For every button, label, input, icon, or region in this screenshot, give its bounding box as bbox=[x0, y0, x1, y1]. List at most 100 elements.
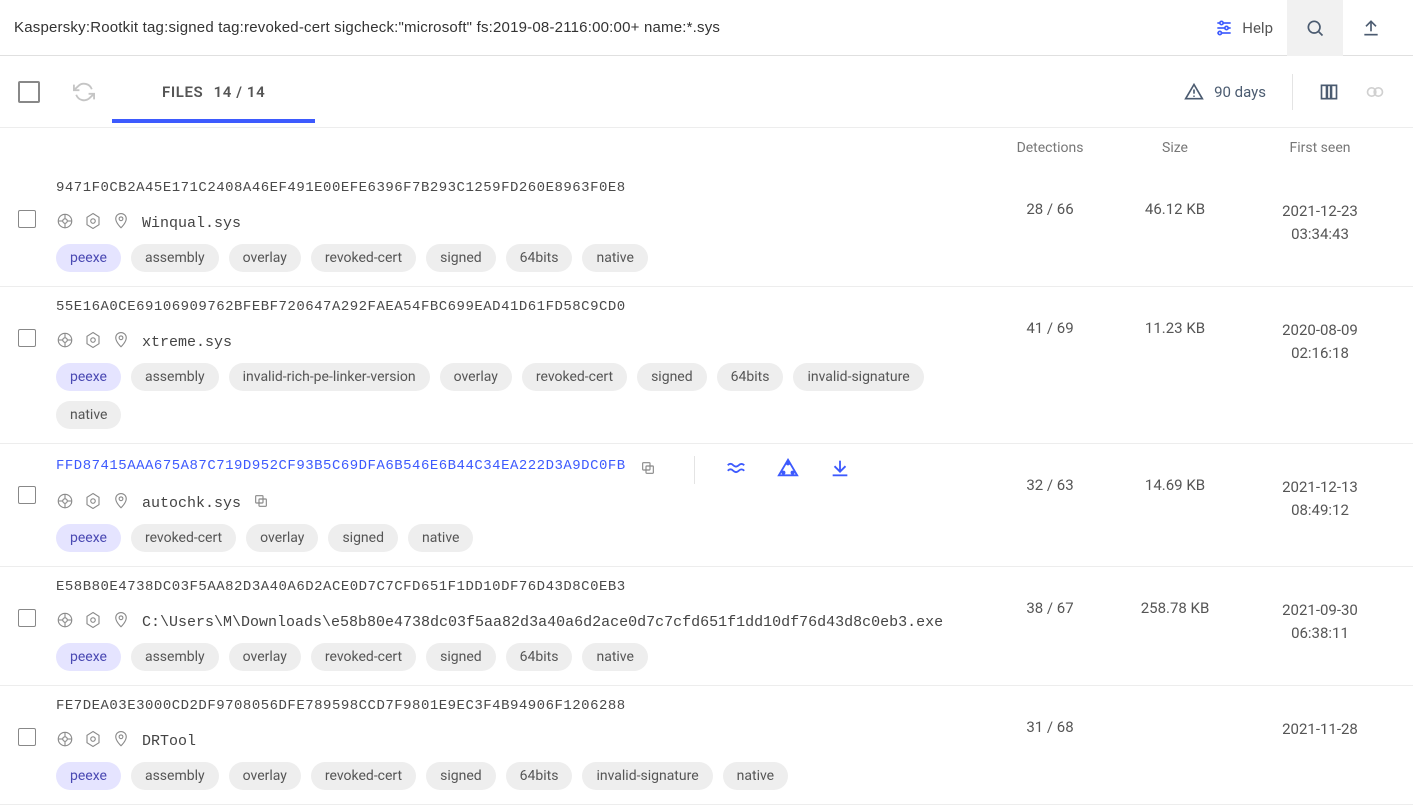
time-range-label: 90 days bbox=[1214, 83, 1266, 101]
table-row: E58B80E4738DC03F5AA82D3A40A6D2ACE0D7C7CF… bbox=[0, 567, 1413, 686]
tag-64bits[interactable]: 64bits bbox=[717, 363, 784, 391]
search-input[interactable] bbox=[14, 15, 1190, 40]
tag-64bits[interactable]: 64bits bbox=[506, 762, 573, 790]
tag-revoked-cert[interactable]: revoked-cert bbox=[311, 643, 416, 671]
tag-native[interactable]: native bbox=[582, 244, 647, 272]
search-icon bbox=[1305, 18, 1325, 38]
tag-native[interactable]: native bbox=[56, 401, 121, 429]
tag-assembly[interactable]: assembly bbox=[131, 762, 219, 790]
row-checkbox[interactable] bbox=[18, 609, 36, 627]
upload-icon bbox=[1361, 18, 1381, 38]
module-icon bbox=[84, 611, 102, 633]
columns-icon bbox=[1319, 82, 1339, 102]
help-label: Help bbox=[1242, 19, 1273, 37]
tag-signed[interactable]: signed bbox=[637, 363, 707, 391]
tag-peexe[interactable]: peexe bbox=[56, 363, 121, 391]
detections-value: 28 / 66 bbox=[995, 200, 1105, 218]
size-value: 46.12 KB bbox=[1105, 200, 1245, 218]
tag-signed[interactable]: signed bbox=[426, 244, 496, 272]
family-icon bbox=[56, 492, 74, 514]
column-headers: Detections Size First seen bbox=[0, 128, 1413, 168]
tag-revoked-cert[interactable]: revoked-cert bbox=[131, 524, 236, 552]
graph-button[interactable] bbox=[777, 457, 799, 483]
file-hash: FE7DEA03E3000CD2DF9708056DFE789598CCD7F9… bbox=[56, 698, 626, 714]
tag-signed[interactable]: signed bbox=[426, 762, 496, 790]
family-icon bbox=[56, 611, 74, 633]
location-icon bbox=[112, 611, 130, 633]
tag-overlay[interactable]: overlay bbox=[440, 363, 512, 391]
col-size[interactable]: Size bbox=[1105, 140, 1245, 156]
row-checkbox[interactable] bbox=[18, 728, 36, 746]
file-name[interactable]: xtreme.sys bbox=[142, 334, 232, 351]
tag-assembly[interactable]: assembly bbox=[131, 244, 219, 272]
link-toggle[interactable] bbox=[1365, 82, 1385, 102]
file-name[interactable]: C:\Users\M\Downloads\e58b80e4738dc03f5aa… bbox=[142, 614, 943, 631]
tag-assembly[interactable]: assembly bbox=[131, 643, 219, 671]
similar-button[interactable] bbox=[725, 457, 747, 483]
tag-signed[interactable]: signed bbox=[328, 524, 398, 552]
vsep bbox=[1292, 74, 1293, 110]
file-name[interactable]: Winqual.sys bbox=[142, 215, 241, 232]
file-hash[interactable]: FFD87415AAA675A87C719D952CF93B5C69DFA6B5… bbox=[56, 458, 626, 474]
tag-assembly[interactable]: assembly bbox=[131, 363, 219, 391]
tab-count: 14 / 14 bbox=[214, 83, 266, 101]
select-all-checkbox[interactable] bbox=[18, 81, 40, 103]
row-checkbox[interactable] bbox=[18, 329, 36, 347]
copy-name-icon[interactable] bbox=[253, 493, 269, 513]
row-checkbox[interactable] bbox=[18, 486, 36, 504]
tag-64bits[interactable]: 64bits bbox=[506, 244, 573, 272]
file-name[interactable]: DRTool bbox=[142, 733, 196, 750]
columns-button[interactable] bbox=[1319, 82, 1339, 102]
tag-native[interactable]: native bbox=[723, 762, 788, 790]
detections-value: 32 / 63 bbox=[995, 476, 1105, 494]
family-icon bbox=[56, 331, 74, 353]
tag-peexe[interactable]: peexe bbox=[56, 524, 121, 552]
upload-button[interactable] bbox=[1343, 0, 1399, 56]
size-value: 11.23 KB bbox=[1105, 319, 1245, 337]
module-icon bbox=[84, 331, 102, 353]
table-row: FFD87415AAA675A87C719D952CF93B5C69DFA6B5… bbox=[0, 444, 1413, 567]
copy-hash-icon[interactable] bbox=[640, 460, 656, 480]
search-button[interactable] bbox=[1287, 0, 1343, 56]
tag-64bits[interactable]: 64bits bbox=[506, 643, 573, 671]
size-value: 258.78 KB bbox=[1105, 599, 1245, 617]
filters-button[interactable]: Help bbox=[1200, 0, 1287, 56]
tag-peexe[interactable]: peexe bbox=[56, 643, 121, 671]
file-hash: 55E16A0CE69106909762BFEBF720647A292FAEA5… bbox=[56, 299, 626, 315]
tag-overlay[interactable]: overlay bbox=[229, 762, 301, 790]
first-seen-value: 2020-08-0902:16:18 bbox=[1245, 319, 1395, 364]
download-button[interactable] bbox=[829, 457, 851, 483]
vsep bbox=[694, 456, 695, 484]
location-icon bbox=[112, 212, 130, 234]
table-row: 55E16A0CE69106909762BFEBF720647A292FAEA5… bbox=[0, 287, 1413, 444]
tag-invalid-signature[interactable]: invalid-signature bbox=[793, 363, 923, 391]
tab-label: FILES bbox=[162, 83, 203, 101]
tag-invalid-signature[interactable]: invalid-signature bbox=[582, 762, 712, 790]
col-detections[interactable]: Detections bbox=[995, 140, 1105, 156]
refresh-icon[interactable] bbox=[60, 81, 108, 103]
row-checkbox[interactable] bbox=[18, 210, 36, 228]
tag-invalid-rich-pe-linker-version[interactable]: invalid-rich-pe-linker-version bbox=[229, 363, 430, 391]
module-icon bbox=[84, 212, 102, 234]
tab-files[interactable]: FILES 14 / 14 bbox=[112, 61, 315, 123]
file-hash: 9471F0CB2A45E171C2408A46EF491E00EFE6396F… bbox=[56, 180, 626, 196]
tag-revoked-cert[interactable]: revoked-cert bbox=[522, 363, 627, 391]
file-name[interactable]: autochk.sys bbox=[142, 495, 241, 512]
tag-peexe[interactable]: peexe bbox=[56, 762, 121, 790]
tag-overlay[interactable]: overlay bbox=[229, 643, 301, 671]
first-seen-value: 2021-09-3006:38:11 bbox=[1245, 599, 1395, 644]
tag-native[interactable]: native bbox=[582, 643, 647, 671]
tag-revoked-cert[interactable]: revoked-cert bbox=[311, 244, 416, 272]
tag-native[interactable]: native bbox=[408, 524, 473, 552]
tag-peexe[interactable]: peexe bbox=[56, 244, 121, 272]
col-first-seen[interactable]: First seen bbox=[1245, 140, 1395, 156]
size-value: 14.69 KB bbox=[1105, 476, 1245, 494]
time-range-button[interactable]: 90 days bbox=[1184, 82, 1266, 102]
table-row: 9471F0CB2A45E171C2408A46EF491E00EFE6396F… bbox=[0, 168, 1413, 287]
tag-revoked-cert[interactable]: revoked-cert bbox=[311, 762, 416, 790]
tag-overlay[interactable]: overlay bbox=[229, 244, 301, 272]
top-bar: Help bbox=[0, 0, 1413, 56]
tag-signed[interactable]: signed bbox=[426, 643, 496, 671]
link-icon bbox=[1365, 82, 1385, 102]
tag-overlay[interactable]: overlay bbox=[246, 524, 318, 552]
